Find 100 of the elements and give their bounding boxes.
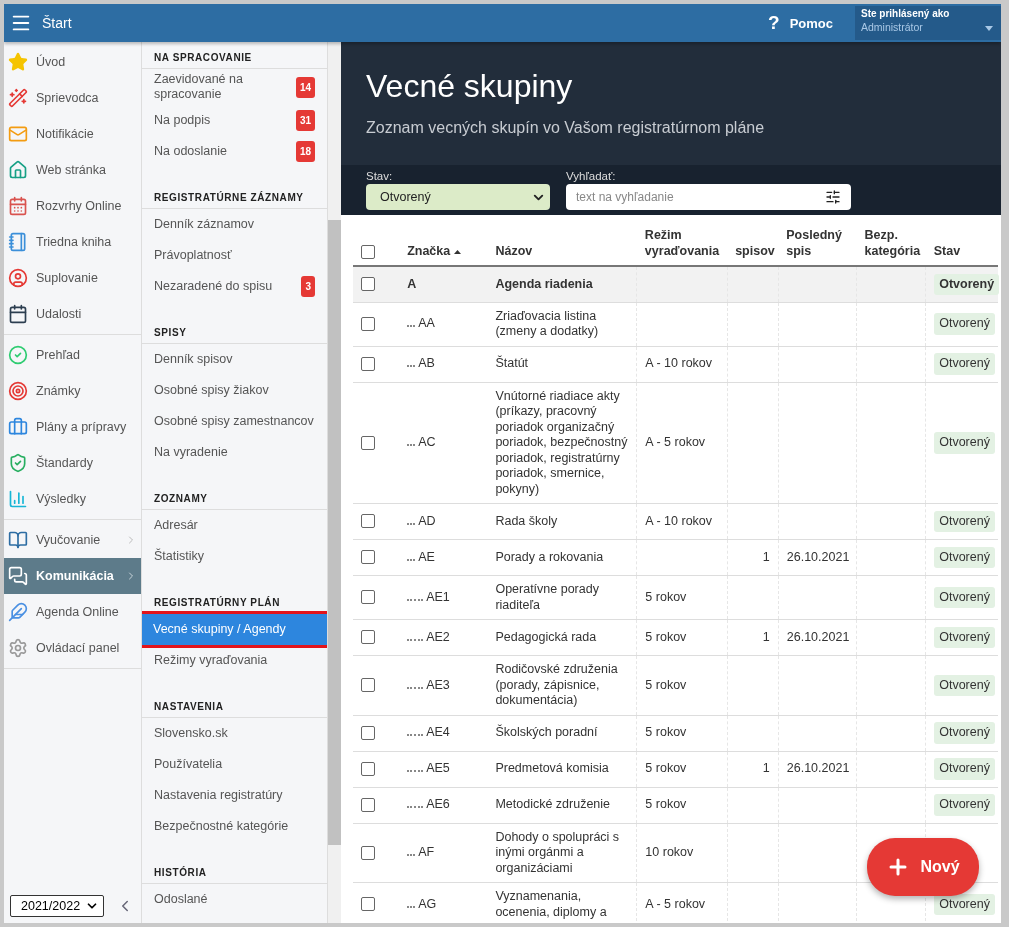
caret-icon: [985, 26, 993, 31]
mode-text: A - 5 rokov: [645, 435, 706, 449]
sidebar-item[interactable]: Štandardy: [4, 445, 141, 481]
code-text: AE2: [426, 629, 450, 644]
check-circle-icon: [8, 345, 28, 365]
submenu-item[interactable]: Režimy vyraďovania: [142, 645, 327, 676]
sidebar-item[interactable]: Notifikácie: [4, 116, 141, 152]
submenu-item[interactable]: Slovensko.sk: [142, 718, 327, 749]
start-title[interactable]: Štart: [42, 15, 72, 31]
feather-icon: [8, 602, 28, 622]
column-header[interactable]: Názov: [495, 243, 533, 259]
files-count: 1: [762, 761, 770, 776]
sort-icon[interactable]: [454, 249, 462, 254]
sidebar-item[interactable]: Plány a prípravy: [4, 409, 141, 445]
code-text: AE3: [426, 677, 450, 692]
calendar-grid-icon: [8, 196, 28, 216]
checkbox[interactable]: [361, 590, 375, 605]
column-header[interactable]: spisov: [735, 243, 775, 259]
person-icon: [8, 268, 28, 288]
checkbox[interactable]: [361, 845, 375, 860]
sidebar-item[interactable]: Sprievodca: [4, 80, 141, 116]
sidebar-item[interactable]: Rozvrhy Online: [4, 188, 141, 224]
submenu-item[interactable]: Denník spisov: [142, 344, 327, 375]
submenu-item[interactable]: Denník záznamov: [142, 209, 327, 240]
status-badge: Otvorený: [934, 722, 995, 744]
checkbox[interactable]: [361, 244, 375, 259]
page-subtitle: Zoznam vecných skupín vo Vašom registratúrnom pláne: [366, 119, 766, 137]
sidebar-item[interactable]: Triedna kniha: [4, 224, 141, 260]
submenu-item[interactable]: Na podpis 31: [142, 105, 327, 136]
sidebar-item[interactable]: Udalosti: [4, 296, 141, 332]
user-menu[interactable]: Ste prihlásený ako Administrátor: [855, 6, 1001, 40]
count-badge: 14: [295, 76, 315, 98]
date-text: 26.10.2021: [786, 549, 850, 564]
filter-icon[interactable]: [825, 189, 841, 205]
column-header[interactable]: Bezp. kategória: [864, 227, 921, 259]
mode-text: 5 rokov: [645, 589, 687, 604]
checkbox[interactable]: [361, 797, 375, 812]
submenu-item[interactable]: Na odoslanie 18: [142, 136, 327, 167]
submenu-item[interactable]: Nastavenia registratúry: [142, 780, 327, 811]
checkbox[interactable]: [361, 897, 375, 912]
help-link[interactable]: Pomoc: [789, 15, 833, 31]
submenu-item[interactable]: Na vyradenie: [142, 437, 327, 468]
sidebar-item[interactable]: Vyučovanie: [4, 522, 141, 558]
name-text: Štatút: [495, 356, 529, 371]
search-field[interactable]: text na vyhľadanie: [566, 184, 851, 210]
column-header[interactable]: Posledný spis: [786, 227, 849, 259]
column-header[interactable]: Stav: [933, 243, 961, 259]
checkbox[interactable]: [361, 630, 375, 645]
submenu-item[interactable]: Právoplatnosť: [142, 240, 327, 271]
column-header[interactable]: Režim vyraďovania: [644, 227, 720, 259]
sidebar-item[interactable]: Úvod: [4, 44, 141, 80]
sidebar-item[interactable]: Výsledky: [4, 481, 141, 517]
checkbox[interactable]: [361, 316, 375, 331]
chat-icon: [8, 566, 28, 586]
submenu-item[interactable]: Adresár: [142, 510, 327, 541]
sidebar-item[interactable]: Známky: [4, 373, 141, 409]
status-badge: Otvorený: [934, 432, 995, 454]
submenu-item[interactable]: Osobné spisy zamestnancov: [142, 406, 327, 437]
status-badge: Otvorený: [934, 273, 1000, 295]
sidebar-item[interactable]: Prehľad: [4, 337, 141, 373]
checkbox[interactable]: [361, 678, 375, 693]
briefcase-icon: [8, 417, 28, 437]
new-button[interactable]: Nový: [867, 838, 979, 896]
sidebar-item[interactable]: Ovládací panel: [4, 630, 141, 666]
calendar-icon: [8, 304, 28, 324]
sidebar-item[interactable]: Suplovanie: [4, 260, 141, 296]
checkbox[interactable]: [361, 761, 375, 776]
count-badge: 31: [295, 110, 315, 131]
checkbox[interactable]: [361, 514, 375, 529]
sidebar-item[interactable]: Komunikácia: [4, 558, 141, 594]
checkbox[interactable]: [361, 356, 375, 371]
code-text: AE5: [426, 761, 450, 776]
submenu-item[interactable]: Štatistiky: [142, 541, 327, 572]
checkbox[interactable]: [361, 435, 375, 450]
status-select[interactable]: Otvorený: [366, 184, 550, 210]
sidebar-item[interactable]: Web stránka: [4, 152, 141, 188]
checkbox[interactable]: [361, 725, 375, 740]
column-header[interactable]: Značka: [407, 243, 451, 259]
section-title: NA SPRACOVANIE: [142, 42, 327, 69]
mode-text: 5 rokov: [645, 797, 687, 812]
name-text: Dohody o spolupráci s inými orgánmi a organizáciami: [495, 829, 620, 875]
name-text: Školských poradní: [495, 725, 598, 740]
submenu-item[interactable]: Zaevidované na spracovanie 14: [142, 69, 327, 105]
year-select[interactable]: 2021/2022: [10, 895, 104, 917]
count-badge: 3: [301, 276, 315, 297]
checkbox[interactable]: [361, 550, 375, 565]
submenu-item[interactable]: Používatelia: [142, 749, 327, 780]
submenu-item[interactable]: Bezpečnostné kategórie: [142, 811, 327, 842]
checkbox[interactable]: [361, 277, 375, 292]
help-icon[interactable]: ?: [768, 12, 780, 34]
submenu-item[interactable]: Nezaradené do spisu 3: [142, 271, 327, 302]
code-text: AE1: [426, 589, 450, 604]
mode-text: A - 10 rokov: [645, 513, 713, 528]
submenu-item[interactable]: Vecné skupiny / Agendy: [142, 614, 327, 645]
status-badge: Otvorený: [934, 758, 995, 780]
scrollbar[interactable]: [328, 42, 341, 923]
sidebar-item[interactable]: Agenda Online: [4, 594, 141, 630]
status-badge: Otvorený: [934, 546, 995, 569]
submenu-item[interactable]: Odoslané: [142, 884, 327, 915]
submenu-item[interactable]: Osobné spisy žiakov: [142, 375, 327, 406]
